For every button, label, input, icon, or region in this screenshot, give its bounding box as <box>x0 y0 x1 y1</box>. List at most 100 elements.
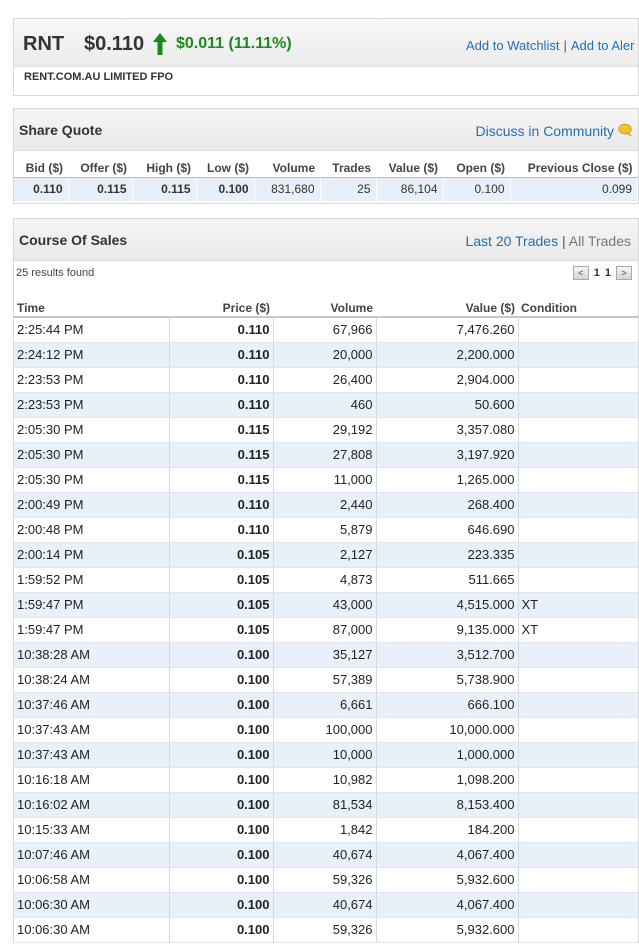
stock-code: RNT <box>23 33 65 55</box>
add-to-watchlist-link[interactable]: Add to Watchlist <box>466 38 559 53</box>
course-of-sales-header: Course Of Sales Last 20 Trades | All Tra… <box>14 219 638 261</box>
trade-volume: 1,842 <box>273 817 377 843</box>
table-row: 2:23:53 PM 0.110 460 50.600 <box>14 392 638 418</box>
trade-time: 10:38:28 AM <box>14 642 170 668</box>
trade-time: 2:00:48 PM <box>14 517 170 543</box>
table-row: 10:38:28 AM 0.100 35,127 3,512.700 <box>14 642 638 668</box>
prev-page-icon[interactable]: < <box>572 266 589 280</box>
trade-price: 0.115 <box>169 417 274 443</box>
trade-value: 646.690 <box>376 517 519 543</box>
trade-value: 7,476.260 <box>376 317 519 343</box>
tab-last-20-trades[interactable]: Last 20 Trades <box>465 233 558 249</box>
trade-value: 1,265.000 <box>376 467 519 493</box>
total-pages: 1 <box>604 267 611 279</box>
trade-condition <box>518 917 638 943</box>
discuss-community-link[interactable]: Discuss in Community <box>476 123 614 139</box>
sales-header-row: Time Price ($) Volume Value ($) Conditio… <box>14 299 638 318</box>
trade-value: 184.200 <box>376 817 519 843</box>
trade-volume: 43,000 <box>273 592 377 618</box>
previous-close-header: Previous Close ($) <box>510 159 638 178</box>
price-change: $0.011 (11.11%) <box>176 35 292 52</box>
trade-price: 0.100 <box>169 842 274 868</box>
trade-condition <box>518 867 638 893</box>
speech-bubble-icon[interactable] <box>618 123 632 137</box>
trade-price: 0.110 <box>169 517 274 543</box>
quote-table: Bid ($) Offer ($) High ($) Low ($) Volum… <box>14 159 638 201</box>
offer-header: Offer ($) <box>68 159 132 178</box>
trade-value: 2,904.000 <box>376 367 519 393</box>
volume-value: 831,680 <box>254 177 321 201</box>
trade-time: 10:06:30 AM <box>14 917 170 943</box>
tab-all-trades[interactable]: All Trades <box>569 233 631 249</box>
table-row: 10:16:02 AM 0.100 81,534 8,153.400 <box>14 792 638 818</box>
trades-value: 25 <box>320 177 377 201</box>
value-header: Value ($) <box>376 159 443 178</box>
trade-value: 4,067.400 <box>376 892 519 918</box>
trade-value: 5,738.900 <box>376 667 519 693</box>
trade-volume: 35,127 <box>273 642 377 668</box>
trade-time: 10:37:46 AM <box>14 692 170 718</box>
trade-value: 511.665 <box>376 567 519 593</box>
trade-condition <box>518 792 638 818</box>
trade-volume: 2,440 <box>273 492 377 518</box>
trade-volume: 460 <box>273 392 377 418</box>
table-row: 1:59:52 PM 0.105 4,873 511.665 <box>14 567 638 593</box>
offer-value: 0.115 <box>68 177 133 201</box>
table-row: 10:37:46 AM 0.100 6,661 666.100 <box>14 692 638 718</box>
trade-price: 0.110 <box>169 317 274 343</box>
volume-header: Volume <box>273 299 376 318</box>
trade-volume: 100,000 <box>273 717 377 743</box>
trade-price: 0.115 <box>169 467 274 493</box>
trade-value: 5,932.600 <box>376 917 519 943</box>
trade-time: 2:23:53 PM <box>14 367 170 393</box>
trade-time: 1:59:47 PM <box>14 617 170 643</box>
trade-volume: 87,000 <box>273 617 377 643</box>
trade-volume: 20,000 <box>273 342 377 368</box>
stock-header: RNT $0.110 $0.011 (11.11%) Add to Watchl… <box>13 18 639 96</box>
trade-price: 0.100 <box>169 692 274 718</box>
add-to-alert-link[interactable]: Add to Aler <box>571 38 635 53</box>
trade-condition <box>518 817 638 843</box>
value-value: 86,104 <box>376 177 444 201</box>
table-row: 2:00:49 PM 0.110 2,440 268.400 <box>14 492 638 518</box>
trade-time: 10:37:43 AM <box>14 717 170 743</box>
trade-price: 0.110 <box>169 367 274 393</box>
volume-header: Volume <box>254 159 320 178</box>
trade-value: 5,932.600 <box>376 867 519 893</box>
trade-price: 0.100 <box>169 792 274 818</box>
value-header: Value ($) <box>376 299 518 318</box>
trade-price: 0.100 <box>169 667 274 693</box>
high-value: 0.115 <box>132 177 197 201</box>
link-separator: | <box>563 38 567 53</box>
trade-time: 2:00:49 PM <box>14 492 170 518</box>
trade-volume: 6,661 <box>273 692 377 718</box>
tab-separator: | <box>561 233 566 249</box>
stock-header-bar: RNT $0.110 $0.011 (11.11%) Add to Watchl… <box>14 19 638 67</box>
trade-volume: 4,873 <box>273 567 377 593</box>
trade-value: 8,153.400 <box>376 792 519 818</box>
trade-volume: 29,192 <box>273 417 377 443</box>
trade-price: 0.105 <box>169 567 274 593</box>
current-page[interactable]: 1 <box>594 267 600 279</box>
quote-value-row: 0.110 0.115 0.115 0.100 831,680 25 86,10… <box>14 177 638 201</box>
trade-time: 2:00:14 PM <box>14 542 170 568</box>
table-row: 10:37:43 AM 0.100 100,000 10,000.000 <box>14 717 638 743</box>
trade-condition <box>518 442 638 468</box>
sales-table-body: 2:25:44 PM 0.110 67,966 7,476.260 2:24:12 PM… <box>14 317 638 943</box>
course-of-sales-table: Time Price ($) Volume Value ($) Conditio… <box>14 299 638 943</box>
trade-volume: 67,966 <box>273 317 377 343</box>
trade-condition: XT <box>518 592 638 618</box>
high-header: High ($) <box>132 159 196 178</box>
trade-volume: 40,674 <box>273 842 377 868</box>
table-row: 10:07:46 AM 0.100 40,674 4,067.400 <box>14 842 638 868</box>
trade-price: 0.110 <box>169 342 274 368</box>
trade-time: 10:06:30 AM <box>14 892 170 918</box>
trade-condition <box>518 717 638 743</box>
trade-condition <box>518 642 638 668</box>
trade-condition <box>518 767 638 793</box>
bid-value: 0.110 <box>14 177 69 201</box>
next-page-icon[interactable]: > <box>616 266 632 280</box>
trade-price: 0.105 <box>169 592 274 618</box>
trade-price: 0.100 <box>169 717 274 743</box>
table-row: 10:06:30 AM 0.100 40,674 4,067.400 <box>14 892 638 918</box>
